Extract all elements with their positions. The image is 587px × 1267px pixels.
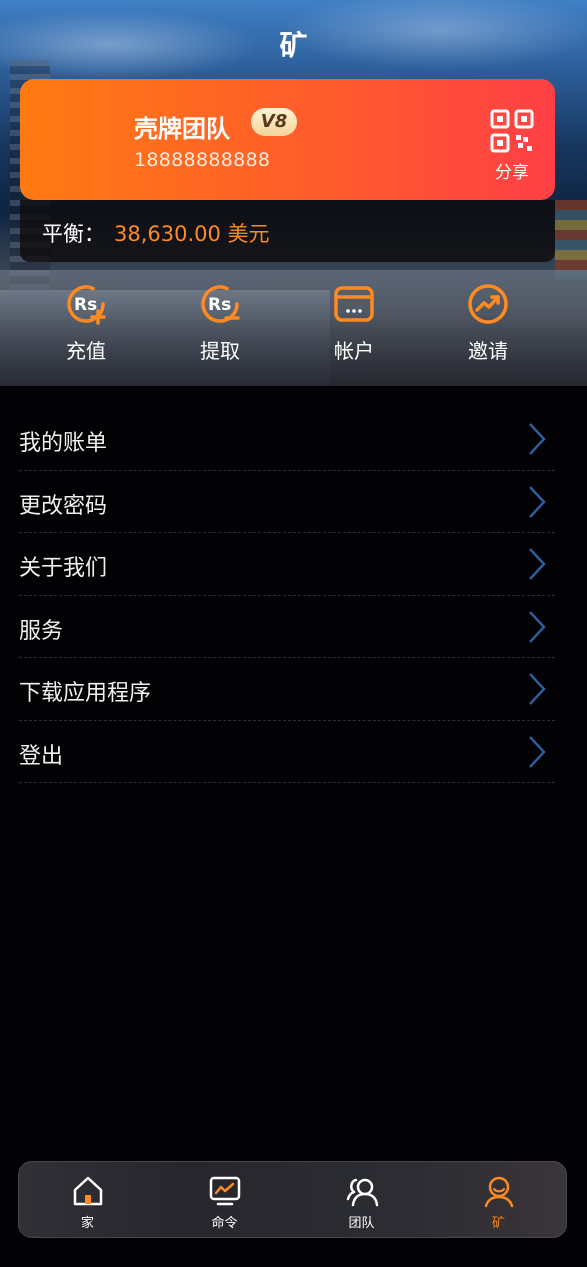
menu-item-my-bills[interactable]: 我的账单 bbox=[19, 408, 555, 471]
home-icon bbox=[73, 1176, 102, 1206]
tab-mine[interactable]: 矿 bbox=[430, 1162, 567, 1239]
chevron-right-icon bbox=[529, 610, 546, 643]
menu-item-logout[interactable]: 登出 bbox=[19, 721, 555, 783]
withdraw-button[interactable]: Rs 提取 bbox=[175, 276, 265, 364]
tab-orders[interactable]: 命令 bbox=[156, 1162, 293, 1239]
trend-icon bbox=[468, 284, 508, 324]
svg-text:Rs: Rs bbox=[74, 295, 97, 315]
settings-menu: 我的账单 更改密码 关于我们 服务 下载应用程序 登出 bbox=[19, 408, 555, 783]
page-title: 矿 bbox=[279, 29, 308, 62]
menu-item-change-password[interactable]: 更改密码 bbox=[19, 471, 555, 533]
account-label: 帐户 bbox=[334, 339, 374, 363]
menu-item-label: 我的账单 bbox=[19, 431, 108, 456]
balance-bar: 平衡： 38,630.00 美元 bbox=[20, 200, 555, 262]
balance-label: 平衡： bbox=[42, 222, 105, 246]
menu-item-label: 关于我们 bbox=[19, 556, 108, 581]
phone-number: 18888888888 bbox=[134, 149, 271, 171]
rupee-plus-icon: Rs bbox=[67, 285, 106, 325]
recharge-button[interactable]: Rs 充值 bbox=[41, 276, 131, 364]
bottom-tab-bar: 家 命令 团队 矿 bbox=[18, 1161, 567, 1238]
vip-badge: V8 bbox=[251, 108, 297, 136]
menu-item-label: 更改密码 bbox=[19, 493, 108, 519]
quick-actions: Rs 充值 Rs 提取 帐户 邀请 bbox=[0, 276, 587, 366]
chevron-right-icon bbox=[529, 485, 546, 518]
team-name: 壳牌团队 bbox=[134, 115, 230, 143]
menu-item-service[interactable]: 服务 bbox=[19, 596, 555, 658]
balance-value: 38,630.00 美元 bbox=[114, 222, 270, 246]
invite-button[interactable]: 邀请 bbox=[443, 276, 533, 364]
menu-item-download-app[interactable]: 下载应用程序 bbox=[19, 658, 555, 721]
team-icon bbox=[346, 1178, 378, 1207]
chevron-right-icon bbox=[529, 548, 546, 580]
tab-home[interactable]: 家 bbox=[19, 1162, 156, 1239]
recharge-label: 充值 bbox=[66, 339, 106, 363]
withdraw-label: 提取 bbox=[200, 339, 240, 363]
profile-card: 壳牌团队 V8 18888888888 分享 bbox=[20, 79, 555, 200]
tab-label: 团队 bbox=[348, 1216, 375, 1231]
monitor-chart-icon bbox=[209, 1176, 240, 1206]
menu-item-about-us[interactable]: 关于我们 bbox=[19, 533, 555, 596]
svg-text:Rs: Rs bbox=[208, 295, 231, 315]
user-icon bbox=[484, 1176, 513, 1208]
account-button[interactable]: 帐户 bbox=[309, 276, 399, 364]
menu-item-label: 下载应用程序 bbox=[19, 681, 152, 706]
tab-label: 矿 bbox=[491, 1216, 505, 1231]
tab-label: 命令 bbox=[211, 1216, 238, 1231]
tab-label: 家 bbox=[80, 1216, 94, 1231]
rupee-minus-icon: Rs bbox=[201, 285, 240, 323]
share-label[interactable]: 分享 bbox=[486, 158, 538, 183]
invite-label: 邀请 bbox=[468, 339, 508, 363]
chevron-right-icon bbox=[529, 673, 546, 705]
menu-item-label: 服务 bbox=[19, 618, 64, 644]
chevron-right-icon bbox=[529, 423, 546, 455]
chevron-right-icon bbox=[529, 735, 546, 768]
tab-team[interactable]: 团队 bbox=[293, 1162, 430, 1239]
qr-code-icon[interactable] bbox=[490, 109, 534, 153]
card-icon bbox=[334, 286, 374, 322]
menu-item-label: 登出 bbox=[19, 743, 64, 769]
